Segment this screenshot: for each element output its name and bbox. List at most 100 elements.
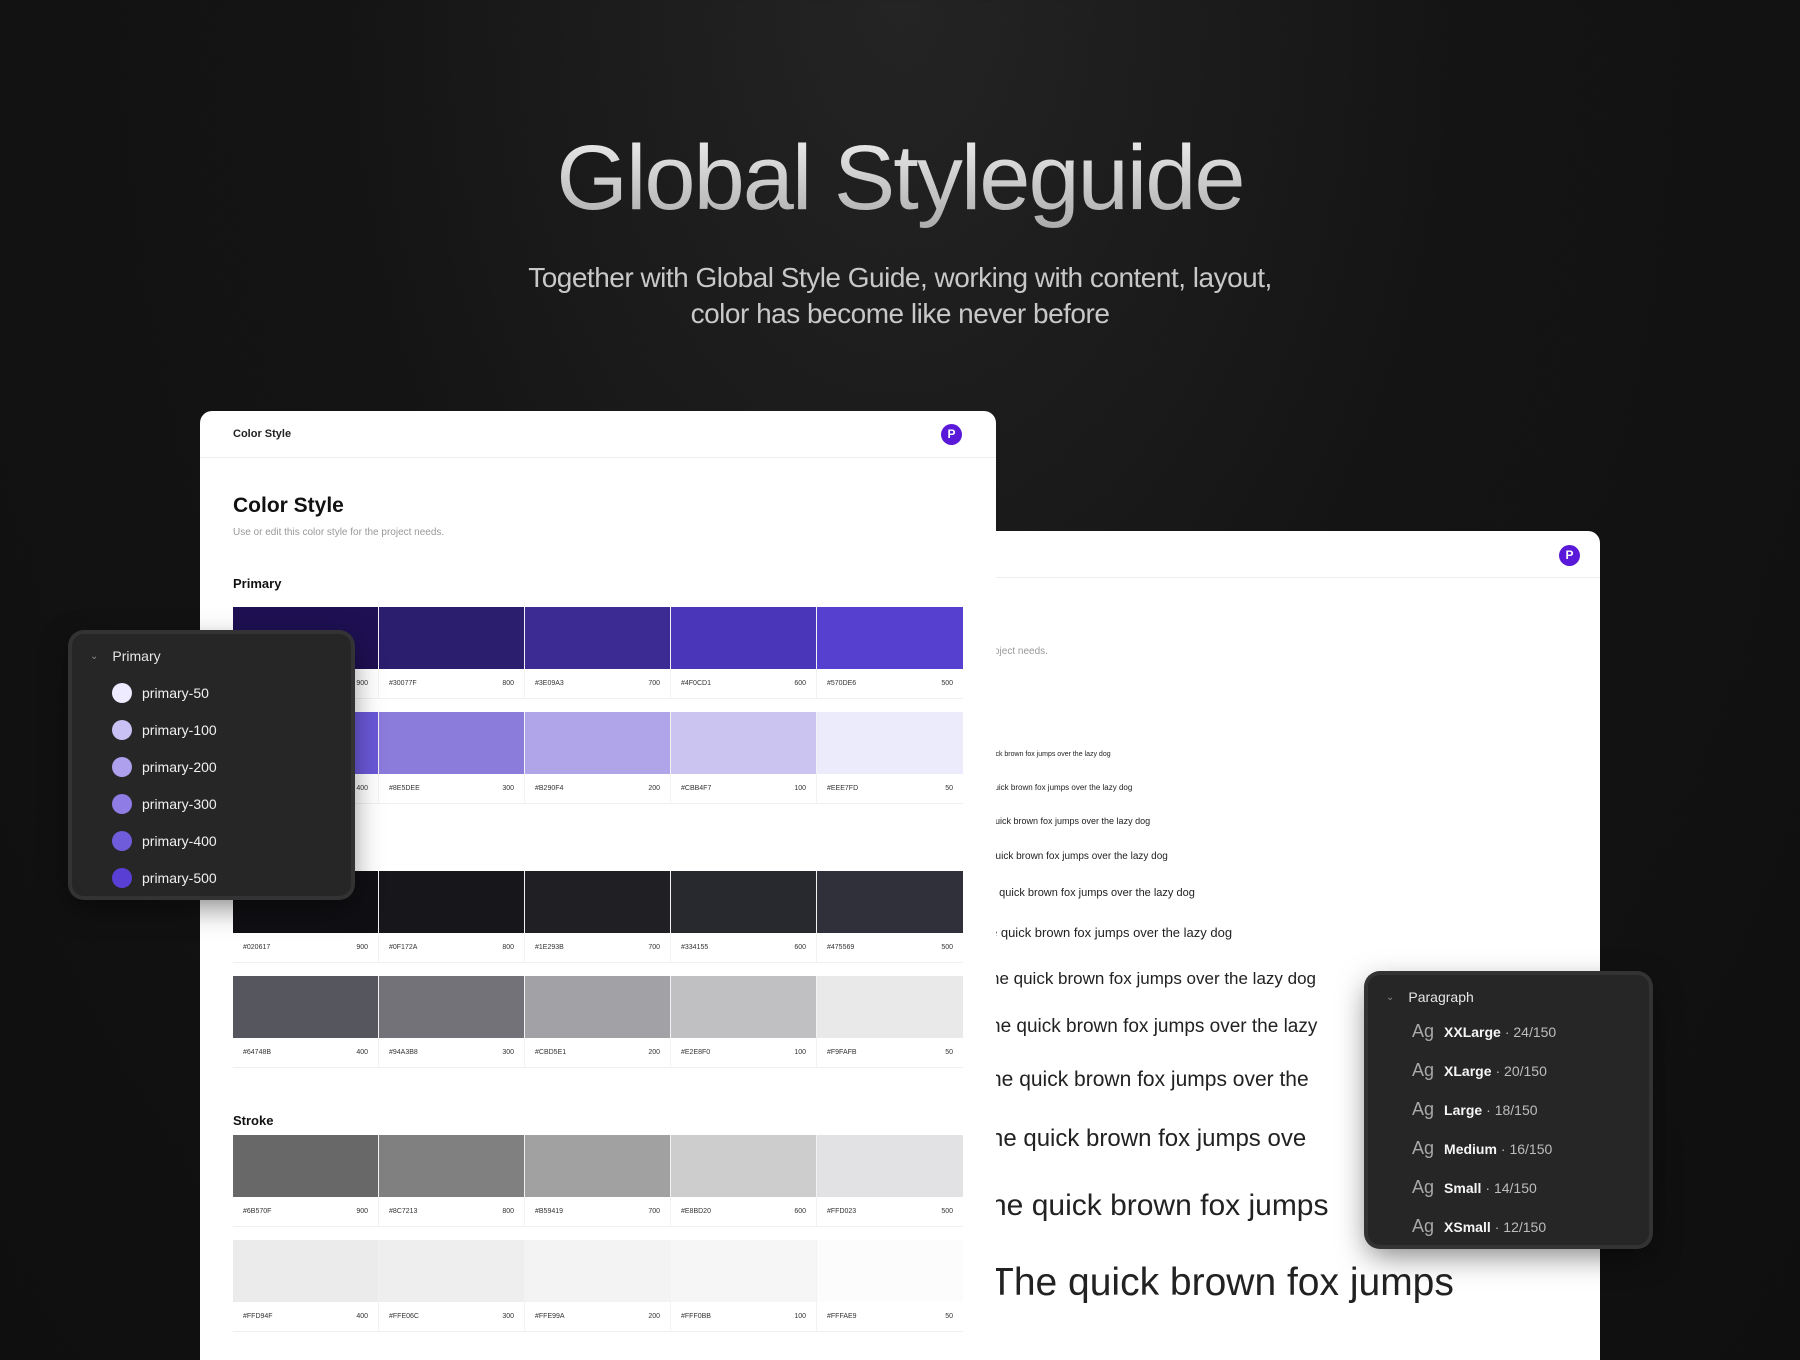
color-swatch[interactable]: #8E5DEE 300 [379,712,525,804]
swatch-shade: 50 [945,1313,953,1320]
primary-panel-header[interactable]: ⌄ Primary [90,648,161,664]
swatch-hex: #3E09A3 [535,680,564,687]
text-style-icon: Ag [1412,1099,1435,1119]
color-swatch[interactable]: #B290F4 200 [525,712,671,804]
swatch-color-chip[interactable] [817,1240,963,1302]
swatch-color-chip[interactable] [379,976,524,1038]
swatch-color-chip[interactable] [817,1135,963,1197]
color-dot-icon [112,868,132,888]
swatch-info: #020617 900 [233,933,378,963]
swatch-shade: 300 [502,1313,514,1320]
color-token-item[interactable]: primary-500 [112,868,217,888]
color-swatch[interactable]: #0F172A 800 [379,871,525,963]
color-swatch[interactable]: #1E293B 700 [525,871,671,963]
swatch-color-chip[interactable] [233,1240,378,1302]
color-swatch[interactable]: #CBB4F7 100 [671,712,817,804]
color-swatch[interactable]: #E2E8F0 100 [671,976,817,1068]
swatch-color-chip[interactable] [671,1135,816,1197]
swatch-hex: #334155 [681,944,709,951]
swatch-shade: 800 [502,944,514,951]
swatch-hex: #FFE06C [389,1313,419,1320]
color-swatch[interactable]: #FFE06C 300 [379,1240,525,1332]
color-swatch[interactable]: #F9FAFB 50 [817,976,963,1068]
swatch-color-chip[interactable] [379,1240,524,1302]
color-swatch[interactable]: #334155 600 [671,871,817,963]
swatch-color-chip[interactable] [525,1135,670,1197]
text-style-spec: · 14/150 [1485,1180,1537,1196]
color-swatch[interactable]: #EEE7FD 50 [817,712,963,804]
swatch-hex: #FFE99A [535,1313,565,1320]
brand-logo-icon[interactable]: P [1559,545,1580,566]
text-style-item[interactable]: Ag Small · 14/150 [1412,1177,1537,1198]
swatch-color-chip[interactable] [379,1135,524,1197]
swatch-color-chip[interactable] [671,712,816,774]
color-token-name: primary-300 [142,796,217,812]
text-style-spec: · 20/150 [1495,1063,1547,1079]
swatch-color-chip[interactable] [379,871,524,933]
swatch-info: #B290F4 200 [525,774,670,804]
swatch-hex: #CBB4F7 [681,785,712,792]
swatch-color-chip[interactable] [525,712,670,774]
swatch-color-chip[interactable] [525,607,670,669]
swatch-color-chip[interactable] [525,976,670,1038]
color-swatch[interactable]: #CBD5E1 200 [525,976,671,1068]
swatch-color-chip[interactable] [671,607,816,669]
swatch-shade: 800 [502,680,514,687]
color-swatch[interactable]: #570DE6 500 [817,607,963,699]
text-style-name: XLarge [1444,1063,1492,1079]
swatch-info: #FFD023 500 [817,1197,963,1227]
color-swatch[interactable]: #E8BD20 600 [671,1135,817,1227]
color-dot-icon [112,720,132,740]
section-label: Stroke [233,1113,274,1128]
text-style-item[interactable]: Ag Medium · 16/150 [1412,1138,1552,1159]
color-token-item[interactable]: primary-300 [112,794,217,814]
text-style-item[interactable]: Ag XXLarge · 24/150 [1412,1021,1556,1042]
swatch-color-chip[interactable] [817,976,963,1038]
color-swatch[interactable]: #6B570F 900 [233,1135,379,1227]
swatch-color-chip[interactable] [817,871,963,933]
color-swatch[interactable]: #8C7213 800 [379,1135,525,1227]
color-swatch[interactable]: #3E09A3 700 [525,607,671,699]
color-swatch[interactable]: #FFF0BB 100 [671,1240,817,1332]
swatch-color-chip[interactable] [671,871,816,933]
color-swatch[interactable]: #30077F 800 [379,607,525,699]
paragraph-panel-header[interactable]: ⌄ Paragraph [1386,989,1474,1005]
text-style-item[interactable]: Ag XSmall · 12/150 [1412,1216,1546,1237]
swatch-shade: 400 [356,1049,368,1056]
chevron-down-icon[interactable]: ⌄ [90,651,98,662]
swatch-shade: 100 [794,785,806,792]
color-token-item[interactable]: primary-400 [112,831,217,851]
color-swatch[interactable]: #B59419 700 [525,1135,671,1227]
text-style-item[interactable]: Ag XLarge · 20/150 [1412,1060,1547,1081]
swatch-hex: #B290F4 [535,785,564,792]
color-swatch[interactable]: #64748B 400 [233,976,379,1068]
color-swatch[interactable]: #FFE99A 200 [525,1240,671,1332]
swatch-color-chip[interactable] [671,1240,816,1302]
type-sample-line: The quick brown fox jumps [990,1261,1454,1304]
swatch-color-chip[interactable] [525,871,670,933]
color-swatch[interactable]: #4F0CD1 600 [671,607,817,699]
color-swatch[interactable]: #475569 500 [817,871,963,963]
color-token-item[interactable]: primary-50 [112,683,209,703]
swatch-hex: #020617 [243,944,271,951]
swatch-color-chip[interactable] [233,1135,378,1197]
color-swatch[interactable]: #FFD023 500 [817,1135,963,1227]
color-swatch[interactable]: #FFFAE9 50 [817,1240,963,1332]
brand-logo-icon[interactable]: P [941,424,962,445]
swatch-color-chip[interactable] [671,976,816,1038]
text-style-spec: · 24/150 [1504,1024,1557,1040]
swatch-color-chip[interactable] [233,976,378,1038]
swatch-color-chip[interactable] [817,712,963,774]
swatch-color-chip[interactable] [525,1240,670,1302]
swatch-color-chip[interactable] [379,607,524,669]
color-swatch[interactable]: #FFD94F 400 [233,1240,379,1332]
chevron-down-icon[interactable]: ⌄ [1386,992,1394,1003]
swatch-shade: 700 [648,680,660,687]
color-token-item[interactable]: primary-200 [112,757,217,777]
swatch-color-chip[interactable] [379,712,524,774]
color-token-item[interactable]: primary-100 [112,720,217,740]
swatch-color-chip[interactable] [817,607,963,669]
swatch-shade: 900 [356,680,368,687]
color-swatch[interactable]: #94A3B8 300 [379,976,525,1068]
text-style-item[interactable]: Ag Large · 18/150 [1412,1099,1538,1120]
